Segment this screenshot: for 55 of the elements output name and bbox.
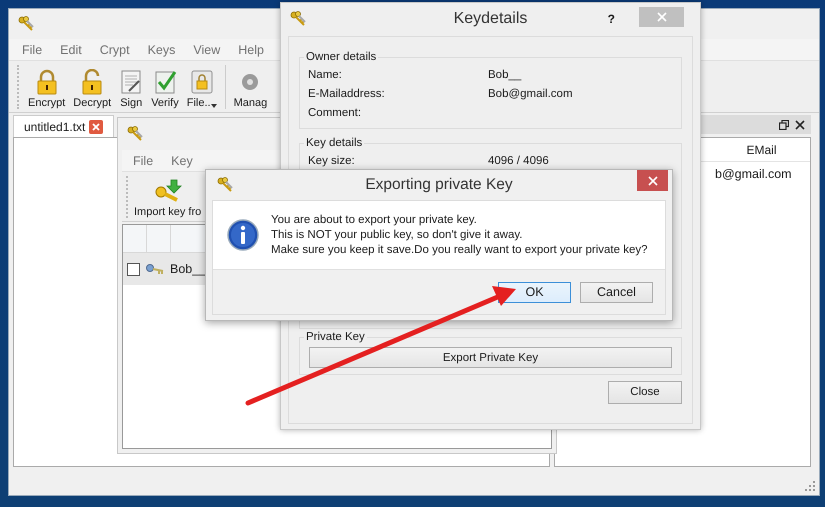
- open-padlock-icon: [80, 69, 104, 95]
- document-pen-icon: [119, 69, 144, 95]
- file-lock-icon: [190, 69, 214, 95]
- dialog-message: You are about to export your private key. This is NOT your public key, so don't give it away. Make sure you keep it save.Do you really want to export your private key?: [271, 212, 648, 258]
- field-label: E-Mailaddress:: [308, 88, 386, 100]
- menu-item[interactable]: View: [184, 42, 230, 56]
- keys-icon: [126, 126, 144, 142]
- keys-icon: [216, 177, 234, 193]
- cancel-button[interactable]: Cancel: [580, 282, 653, 302]
- menu-item[interactable]: File: [13, 42, 52, 56]
- close-icon: [648, 176, 658, 186]
- menu-item[interactable]: File: [124, 154, 162, 168]
- group-label: Key details: [305, 137, 364, 149]
- menu-item[interactable]: Edit: [51, 42, 91, 56]
- field-label: Name:: [308, 68, 343, 80]
- field-label: Key size:: [308, 154, 356, 166]
- window-title: Keydetails: [452, 10, 528, 28]
- keys-icon: [289, 11, 307, 27]
- menu-item[interactable]: Crypt: [90, 42, 139, 56]
- toolbar-button[interactable]: Manag: [230, 69, 270, 109]
- checkbox[interactable]: [127, 262, 140, 276]
- field-label: Comment:: [308, 106, 362, 118]
- toolbar-button[interactable]: Verify: [148, 69, 182, 109]
- field-value: Bob@gmail.com: [488, 88, 574, 100]
- toolbar-button[interactable]: File..: [184, 69, 220, 109]
- export-button[interactable]: Export Private Key: [309, 347, 672, 368]
- info-icon: [227, 219, 259, 251]
- group-label: Owner details: [305, 51, 378, 63]
- menu-item[interactable]: Help: [229, 42, 273, 56]
- file-tab[interactable]: untitled1.txt: [13, 115, 114, 137]
- close-button[interactable]: [637, 170, 668, 191]
- keys-icon: [17, 16, 35, 32]
- toolbar-button[interactable]: Import key fro: [134, 178, 202, 218]
- table-cell-text: b@gmail.com: [714, 166, 793, 183]
- close-icon: [656, 12, 666, 22]
- key-name: Bob__: [170, 262, 206, 276]
- menu-item[interactable]: Keys: [138, 42, 184, 56]
- toolbar-button[interactable]: Encrypt: [25, 69, 68, 109]
- column-header[interactable]: EMail: [713, 138, 810, 161]
- resize-grip-icon: [805, 481, 815, 491]
- close-icon[interactable]: [795, 120, 805, 130]
- document-check-icon: [152, 69, 177, 95]
- padlock-icon: [34, 69, 59, 95]
- toolbar-button[interactable]: Decrypt: [70, 69, 114, 109]
- group-label: Private Key: [305, 331, 366, 343]
- key-icon: [146, 263, 164, 275]
- toolbar-button[interactable]: Sign: [116, 69, 146, 109]
- dialog-title: Exporting private Key: [364, 176, 514, 194]
- key-import-icon: [152, 178, 183, 204]
- restore-icon[interactable]: [779, 120, 789, 130]
- menu-item[interactable]: Key: [162, 154, 202, 168]
- field-value: Bob__: [488, 68, 522, 80]
- help-button[interactable]: ?: [608, 12, 615, 26]
- close-button[interactable]: Close: [608, 381, 682, 404]
- field-value: 4096 / 4096: [488, 154, 550, 166]
